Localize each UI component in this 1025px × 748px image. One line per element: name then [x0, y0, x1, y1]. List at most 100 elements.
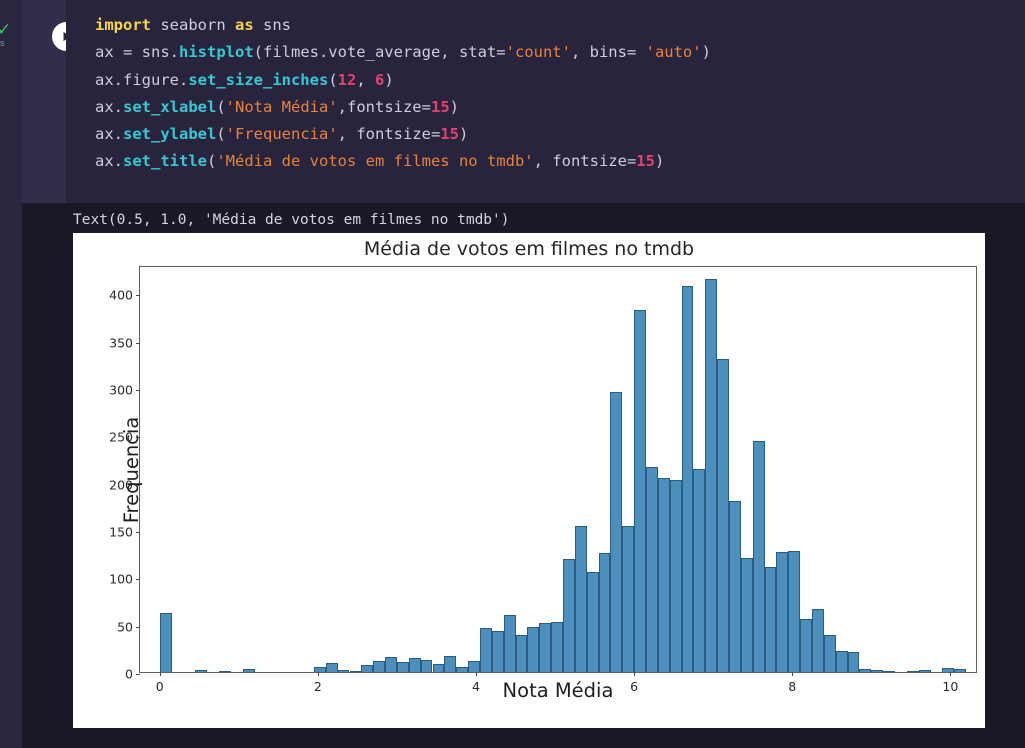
histogram-bar [219, 671, 231, 672]
code-token: as [235, 16, 254, 34]
output-left-margin [0, 203, 22, 748]
histogram-bar [349, 671, 362, 672]
histogram-bar [906, 671, 919, 672]
code-token: ax. [95, 152, 123, 171]
chart-axes: Frequencia 0 50 100 150 200 250 300 350 400 0 2 4 6 8… [109, 266, 977, 694]
y-tick-label: 100 [109, 571, 133, 587]
code-token: ( [216, 97, 226, 116]
histogram-bar [515, 635, 528, 672]
histogram-bar [242, 669, 255, 672]
notebook-page: ✓ 0s import seaborn as snsax = sns.histp… [0, 0, 1025, 748]
code-token: set_title [123, 152, 207, 171]
code-line: ax = sns.histplot(filmes.vote_average, s… [95, 39, 1025, 66]
y-tick-label: 50 [117, 619, 133, 635]
histogram-bar [728, 500, 741, 672]
histogram-bar [598, 552, 611, 672]
histogram-bar [527, 626, 540, 672]
x-tick-mark [634, 672, 636, 676]
histogram-bar [800, 619, 812, 672]
histogram-bar [574, 526, 587, 672]
run-time-label: 0s [0, 38, 5, 48]
histogram-bar [669, 479, 682, 672]
code-token: , fontsize= [533, 152, 637, 171]
code-token: ax. [95, 125, 123, 144]
code-token: , [356, 70, 375, 89]
histogram-bar [764, 566, 777, 672]
histogram-bar [811, 608, 824, 672]
histogram-bar [385, 656, 397, 672]
x-tick-mark [475, 672, 477, 676]
code-token: set_ylabel [123, 125, 217, 144]
histogram-bar [918, 670, 931, 672]
code-token: ax. [95, 97, 123, 116]
code-token: set_xlabel [123, 97, 217, 116]
histogram-bar [788, 550, 801, 672]
histogram-bar [539, 622, 552, 672]
code-token: 6 [375, 70, 385, 89]
histogram-bar [373, 660, 386, 672]
code-token: 15 [636, 152, 655, 171]
output-repr-text: Text(0.5, 1.0, 'Média de votos em filmes… [73, 212, 510, 228]
code-token: 'count' [505, 43, 571, 62]
histogram-bar [396, 661, 409, 672]
code-token: ax.figure. [95, 70, 189, 89]
cell-output: Text(0.5, 1.0, 'Média de votos em filmes… [22, 203, 1025, 748]
x-tick-mark [159, 672, 161, 676]
x-tick-mark [317, 672, 319, 676]
histogram-bar [942, 668, 955, 672]
histogram-bar [456, 667, 469, 672]
histogram-bar [871, 670, 884, 672]
chart-xlabel: Nota Média [502, 679, 614, 702]
histogram-bar [835, 651, 848, 672]
histogram-bars [140, 267, 976, 672]
histogram-bar [717, 358, 729, 672]
code-token: ( [328, 70, 338, 89]
histogram-bar [657, 477, 670, 672]
histogram-bar [610, 391, 623, 672]
histogram-bar [159, 613, 172, 672]
histogram-bar [586, 571, 599, 672]
code-token: 'Média de votos em filmes no tmdb' [216, 152, 534, 171]
histogram-bar [622, 526, 635, 672]
code-line: ax.set_xlabel('Nota Média',fontsize=15) [95, 94, 1025, 121]
code-token: ) [701, 43, 711, 62]
code-line: ax.figure.set_size_inches(12, 6) [95, 67, 1025, 94]
histogram-bar [847, 652, 860, 672]
y-tick-mark [136, 437, 140, 439]
code-editor[interactable]: import seaborn as sns ax = sns.histplot(f… [66, 0, 1025, 203]
histogram-bar [883, 671, 895, 672]
chart-title: Média de votos em filmes no tmdb [363, 238, 695, 260]
histogram-bar [313, 667, 326, 672]
histogram-bar [444, 655, 457, 672]
code-line: ax.set_title('Média de votos em filmes n… [95, 148, 1025, 175]
code-token: 12 [337, 70, 357, 89]
histogram-bar [408, 657, 421, 672]
y-tick-mark [136, 484, 140, 486]
y-tick-label: 200 [109, 477, 133, 493]
code-token: histplot [179, 43, 254, 62]
histogram-bar [195, 670, 208, 672]
histogram-bar [420, 659, 433, 672]
y-tick-label: 350 [109, 335, 133, 351]
matplotlib-figure: Média de votos em filmes no tmdb Frequen… [73, 233, 985, 728]
y-tick-label: 300 [109, 382, 133, 398]
code-token: ,fontsize= [337, 97, 431, 116]
histogram-bar [693, 469, 706, 672]
x-tick-mark [950, 672, 952, 676]
histogram-bar [859, 669, 872, 672]
y-tick-mark [136, 579, 140, 581]
code-token: ( [207, 152, 217, 171]
x-tick-mark [792, 672, 794, 676]
histogram-bar [823, 635, 836, 672]
histogram-bar [503, 615, 516, 672]
code-line: ax.set_ylabel('Frequencia', fontsize=15) [95, 121, 1025, 148]
code-token: 15 [440, 125, 459, 144]
code-token: sns [253, 16, 291, 34]
y-tick-mark [136, 295, 140, 297]
code-token: ) [654, 152, 665, 171]
code-token: (filmes.vote_average, stat= [253, 43, 506, 62]
histogram-bar [954, 669, 967, 672]
y-tick-mark [136, 626, 140, 628]
code-token: ) [449, 97, 459, 116]
histogram-bar [705, 279, 718, 672]
